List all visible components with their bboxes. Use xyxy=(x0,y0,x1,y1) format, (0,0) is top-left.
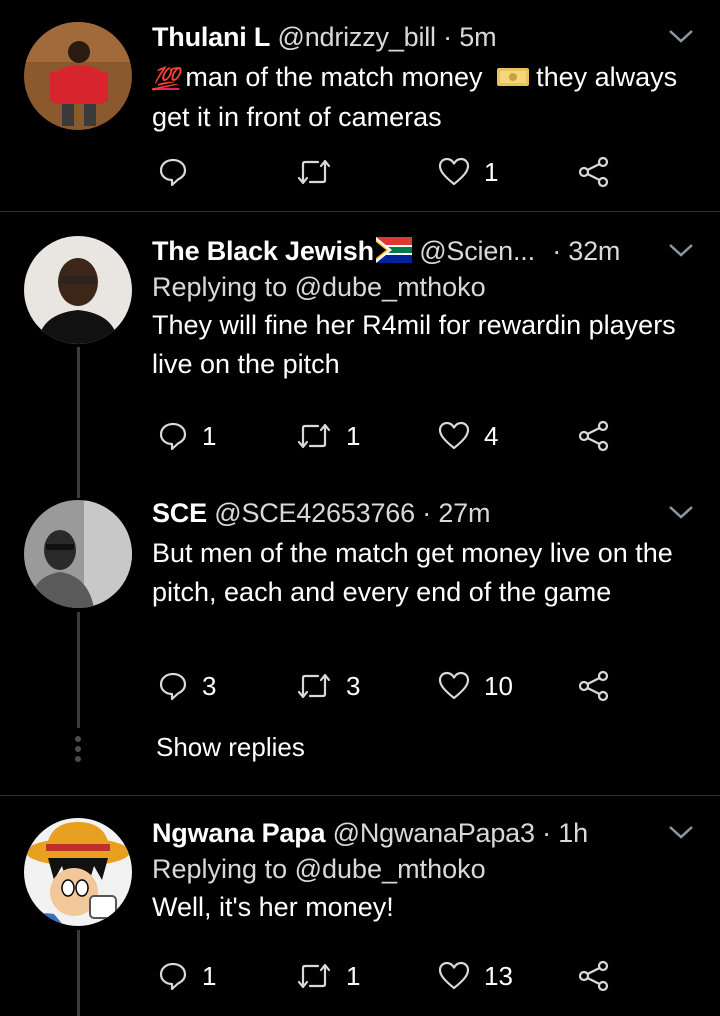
timestamp[interactable]: 5m xyxy=(459,22,496,52)
author-handle[interactable]: @ndrizzy_bill xyxy=(278,22,437,52)
like-button[interactable]: 4 xyxy=(438,416,498,456)
tweet-body: Well, it's her money! xyxy=(152,892,394,922)
like-count: 13 xyxy=(484,960,513,991)
heart-icon xyxy=(438,671,470,700)
tweet-3[interactable]: SCE @SCE42653766 · 27m But men of the ma… xyxy=(0,474,720,794)
author-handle[interactable]: @Scien... xyxy=(419,236,535,266)
tweet-body: They will fine her R4mil for rewardin pl… xyxy=(152,310,676,379)
avatar-black-jewish[interactable] xyxy=(24,236,132,344)
like-button[interactable]: 13 xyxy=(438,956,513,996)
chevron-down-icon[interactable] xyxy=(668,242,694,258)
heart-icon xyxy=(438,157,470,186)
action-bar: 1 1 4 xyxy=(152,416,720,456)
retweet-icon xyxy=(297,673,331,699)
like-button[interactable]: 1 xyxy=(438,152,498,192)
avatar-thulani[interactable] xyxy=(24,22,132,130)
timestamp[interactable]: 27m xyxy=(438,498,490,528)
tweet-text-part-1: man of the match money xyxy=(185,62,483,92)
reply-count: 1 xyxy=(202,960,217,991)
thread-more-dots xyxy=(74,736,82,766)
reply-button[interactable]: 1 xyxy=(158,956,216,996)
retweet-icon xyxy=(297,159,331,185)
retweet-button[interactable]: 3 xyxy=(296,666,360,706)
like-count: 4 xyxy=(484,420,499,451)
money-emoji-icon xyxy=(496,60,530,86)
author-name[interactable]: The Black Jewish xyxy=(152,236,374,266)
hundred-points-emoji: 💯 xyxy=(152,66,180,91)
thread-connector xyxy=(77,347,80,477)
share-button[interactable] xyxy=(578,416,610,456)
chevron-down-icon[interactable] xyxy=(668,28,694,44)
share-icon xyxy=(578,960,609,992)
retweet-button[interactable] xyxy=(296,152,346,192)
thread-connector xyxy=(77,930,80,1016)
timestamp[interactable]: 1h xyxy=(558,818,588,848)
author-handle[interactable]: @NgwanaPapa3 xyxy=(333,818,535,848)
thread-connector xyxy=(77,474,80,498)
timestamp[interactable]: 32m xyxy=(568,236,620,266)
tweet-body: 💯 man of the match money they always get … xyxy=(152,58,700,137)
like-count: 1 xyxy=(484,156,499,187)
replying-to[interactable]: Replying to @dube_mthoko xyxy=(152,270,700,304)
author-name[interactable]: Thulani L xyxy=(152,22,270,52)
retweet-icon xyxy=(297,423,331,449)
separator-dot: · xyxy=(542,818,551,848)
heart-icon xyxy=(438,421,470,450)
share-button[interactable] xyxy=(578,666,610,706)
retweet-button[interactable]: 1 xyxy=(296,956,360,996)
share-icon xyxy=(578,156,609,188)
avatar-ngwana-papa[interactable] xyxy=(24,818,132,926)
show-replies-link[interactable]: Show replies xyxy=(156,732,305,763)
chevron-down-icon[interactable] xyxy=(668,504,694,520)
separator-dot: · xyxy=(422,498,431,528)
share-icon xyxy=(578,420,609,452)
thread-connector xyxy=(77,612,80,728)
tweet-header: SCE @SCE42653766 · 27m xyxy=(152,496,700,530)
avatar-sce[interactable] xyxy=(24,500,132,608)
share-button[interactable] xyxy=(578,152,610,192)
reply-icon xyxy=(159,672,187,701)
chevron-down-icon[interactable] xyxy=(668,824,694,840)
author-name[interactable]: Ngwana Papa xyxy=(152,818,326,848)
reply-icon xyxy=(159,158,187,187)
reply-button[interactable] xyxy=(158,152,202,192)
tweet-2[interactable]: The Black Jewish @Scien... · 32m Replyin… xyxy=(0,212,720,477)
like-button[interactable]: 10 xyxy=(438,666,513,706)
replying-to[interactable]: Replying to @dube_mthoko xyxy=(152,852,700,886)
author-name[interactable]: SCE xyxy=(152,498,207,528)
tweet-header: Thulani L @ndrizzy_bill · 5m xyxy=(152,20,700,54)
action-bar: 1 xyxy=(152,152,720,192)
action-bar: 1 1 13 xyxy=(152,956,720,996)
tweet-header: Ngwana Papa @NgwanaPapa3 · 1h xyxy=(152,816,700,850)
south-africa-flag-icon xyxy=(375,237,412,263)
reply-count: 3 xyxy=(202,670,217,701)
tweet-1[interactable]: Thulani L @ndrizzy_bill · 5m 💯 man of the… xyxy=(0,0,720,210)
tweet-body: But men of the match get money live on t… xyxy=(152,538,673,607)
retweet-count: 1 xyxy=(346,960,361,991)
retweet-count: 3 xyxy=(346,670,361,701)
share-icon xyxy=(578,670,609,702)
action-bar: 3 3 10 xyxy=(152,666,720,706)
like-count: 10 xyxy=(484,670,513,701)
tweet-header: The Black Jewish @Scien... · 32m xyxy=(152,234,700,268)
retweet-icon xyxy=(297,963,331,989)
author-handle[interactable]: @SCE42653766 xyxy=(214,498,415,528)
share-button[interactable] xyxy=(578,956,610,996)
reply-icon xyxy=(159,422,187,451)
separator-dot: · xyxy=(552,236,561,266)
retweet-count: 1 xyxy=(346,420,361,451)
reply-button[interactable]: 1 xyxy=(158,416,216,456)
tweet-4[interactable]: Ngwana Papa @NgwanaPapa3 · 1h Replying t… xyxy=(0,796,720,1016)
retweet-button[interactable]: 1 xyxy=(296,416,360,456)
reply-count: 1 xyxy=(202,420,217,451)
separator-dot: · xyxy=(443,22,452,52)
reply-icon xyxy=(159,962,187,991)
heart-icon xyxy=(438,961,470,990)
reply-button[interactable]: 3 xyxy=(158,666,216,706)
